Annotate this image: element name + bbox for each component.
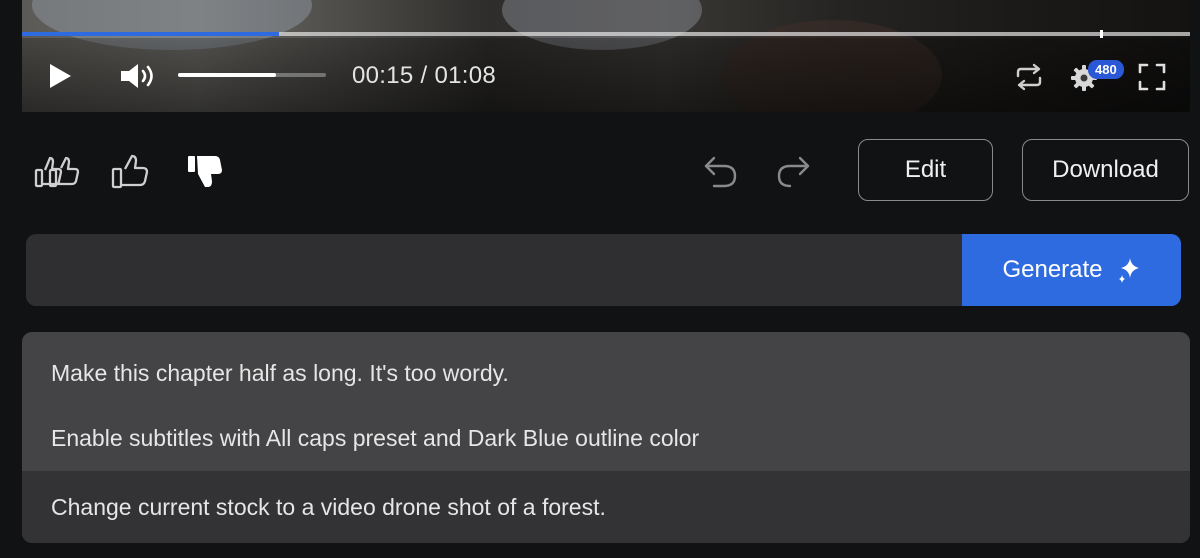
redo-button[interactable] bbox=[772, 152, 814, 192]
play-icon bbox=[50, 64, 71, 88]
generate-button[interactable]: Generate bbox=[962, 234, 1181, 306]
quality-badge: 480 bbox=[1088, 60, 1124, 79]
suggestion-item[interactable]: Make this chapter half as long. It's too… bbox=[22, 340, 1190, 406]
edit-button[interactable]: Edit bbox=[858, 139, 993, 201]
time-display: 00:15 / 01:08 bbox=[352, 62, 497, 89]
generate-label: Generate bbox=[1002, 256, 1103, 283]
prompt-bar: Generate bbox=[26, 234, 1181, 306]
loop-button[interactable] bbox=[1012, 60, 1046, 94]
fullscreen-button[interactable] bbox=[1134, 60, 1170, 94]
undo-button[interactable] bbox=[700, 152, 742, 192]
download-button[interactable]: Download bbox=[1022, 139, 1189, 201]
seek-bar-played bbox=[22, 32, 279, 36]
play-button[interactable] bbox=[44, 60, 76, 92]
super-like-button[interactable] bbox=[34, 152, 82, 192]
thumbs-down-icon bbox=[188, 156, 222, 187]
loop-icon bbox=[1016, 63, 1042, 91]
volume-icon bbox=[121, 64, 153, 88]
suggestion-text: Change current stock to a video drone sh… bbox=[51, 493, 606, 520]
seek-bar-marker bbox=[1100, 30, 1103, 38]
dislike-button[interactable] bbox=[183, 152, 227, 192]
volume-slider-level bbox=[178, 73, 276, 77]
suggestion-text: Make this chapter half as long. It's too… bbox=[51, 359, 509, 386]
prompt-input[interactable] bbox=[26, 234, 961, 306]
suggestion-item-highlighted[interactable]: Change current stock to a video drone sh… bbox=[22, 471, 1190, 543]
redo-icon bbox=[777, 156, 810, 188]
double-thumbs-up-icon bbox=[34, 156, 80, 188]
suggestion-list: Make this chapter half as long. It's too… bbox=[22, 332, 1190, 543]
video-frame[interactable]: 00:15 / 01:08 480 bbox=[22, 0, 1190, 112]
sparkle-icon bbox=[1118, 258, 1139, 283]
volume-button[interactable] bbox=[117, 58, 159, 94]
fullscreen-icon bbox=[1138, 63, 1166, 91]
seek-bar[interactable] bbox=[22, 30, 1190, 38]
thumbs-up-icon bbox=[111, 154, 149, 189]
like-button[interactable] bbox=[108, 152, 152, 192]
undo-icon bbox=[704, 156, 737, 188]
volume-slider[interactable] bbox=[178, 73, 326, 77]
suggestion-item[interactable]: Enable subtitles with All caps preset an… bbox=[22, 405, 1190, 471]
suggestion-text: Enable subtitles with All caps preset an… bbox=[51, 424, 700, 451]
